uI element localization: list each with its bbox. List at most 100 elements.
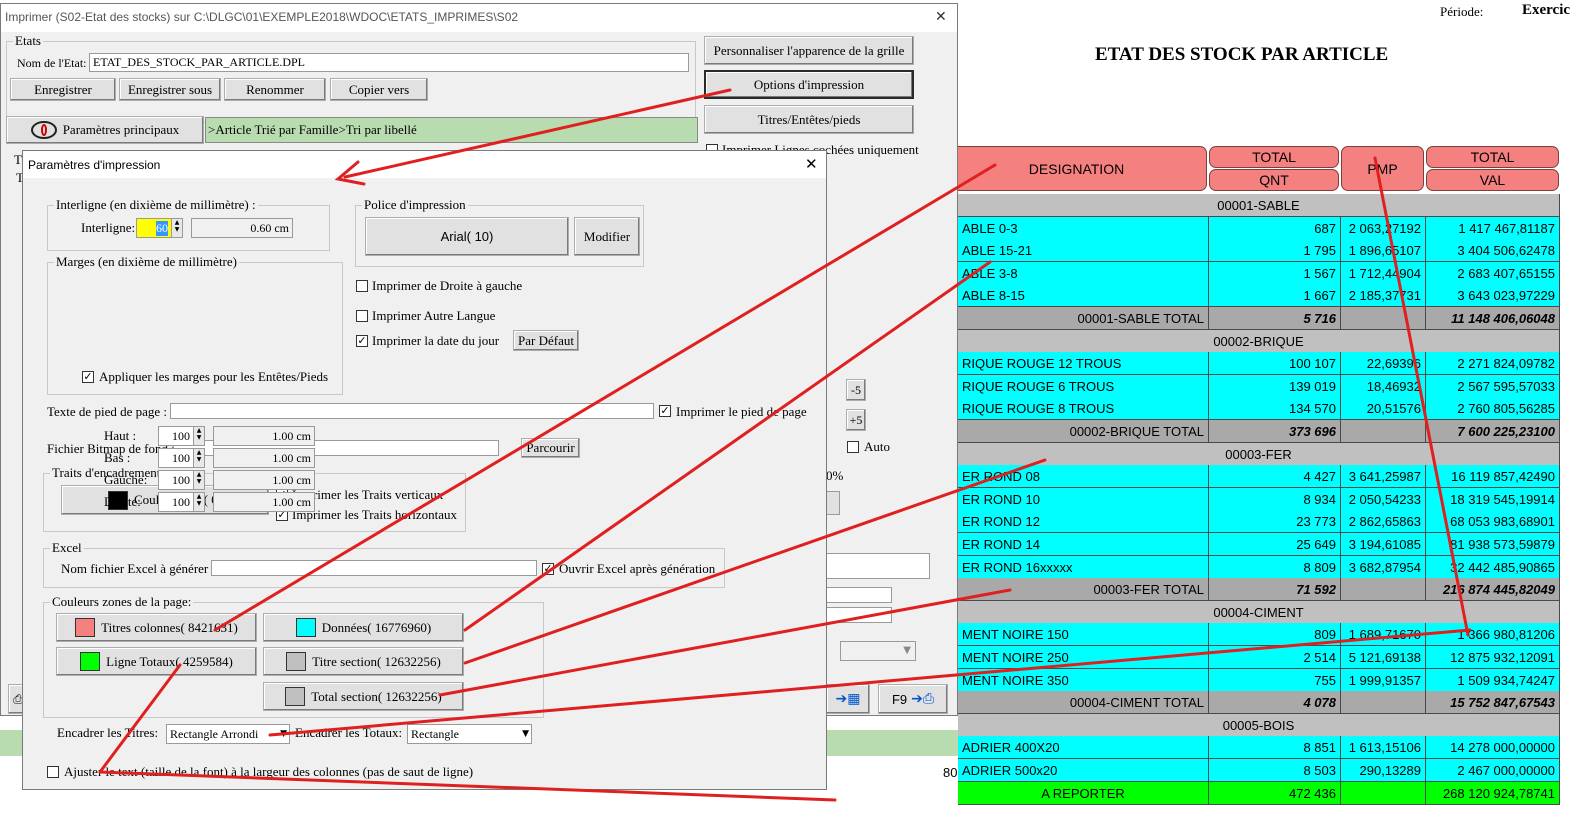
total-row-qnt: 71 592	[1209, 578, 1341, 601]
titres-colonnes-color-button[interactable]: Titres colonnes( 8421631)	[56, 613, 257, 642]
marge-label: Gauche:	[104, 472, 148, 487]
parametres-principaux-button[interactable]: Paramètres principaux	[6, 116, 204, 144]
ouvrir-excel-checkbox[interactable]: ✓	[542, 563, 554, 575]
table-row-designation: ABLE 8-15	[958, 284, 1209, 307]
table-row-pmp: 1 896,65107	[1341, 239, 1426, 262]
pied-page-input[interactable]	[170, 403, 654, 419]
table-row-pmp: 20,51576	[1341, 397, 1426, 420]
titres-colonnes-swatch	[75, 618, 96, 637]
table-row-val: 68 053 983,68901	[1426, 510, 1560, 533]
close-icon[interactable]: ✕	[805, 155, 818, 173]
total-row-designation: 00001-SABLE TOTAL	[958, 307, 1209, 330]
marge-cm: 1.00 cm	[213, 426, 315, 446]
marge-spinner[interactable]: ▲ ▼	[193, 492, 205, 512]
encadrer-totaux-select[interactable]: Rectangle ▼	[407, 724, 532, 744]
parcourir-button[interactable]: Parcourir	[521, 438, 580, 458]
table-row-designation: ER ROND 12	[958, 510, 1209, 533]
table-row-pmp: 1 712,44904	[1341, 262, 1426, 285]
ligne-totaux-label: Ligne Totaux( 4259584)	[106, 653, 233, 669]
table-row-pmp: 22,69396	[1341, 352, 1426, 375]
modifier-police-button[interactable]: Modifier	[574, 217, 640, 256]
total-row-val: 7 600 225,23100	[1426, 420, 1560, 443]
encadrer-titres-select[interactable]: Rectangle Arrondi ▼	[166, 724, 290, 744]
pied-page-check-label: Imprimer le pied de page	[676, 404, 807, 419]
f9-print-button[interactable]: F9 ➔⎙	[878, 684, 948, 714]
periode-label: Période:	[1440, 4, 1484, 19]
plus-5-button[interactable]: +5	[846, 409, 866, 431]
total-row-designation: 00002-BRIQUE TOTAL	[958, 420, 1209, 443]
nom-etat-field[interactable]: ETAT_DES_STOCK_PAR_ARTICLE.DPL	[89, 53, 689, 72]
pied-page-label: Texte de pied de page :	[47, 404, 168, 419]
table-row-designation: RIQUE ROUGE 6 TROUS	[958, 375, 1209, 398]
table-row-designation: ADRIER 400X20	[958, 736, 1209, 759]
enregistrer-button[interactable]: Enregistrer	[10, 78, 116, 101]
marge-spinner[interactable]: ▲ ▼	[193, 426, 205, 446]
table-row-designation: ER ROND 10	[958, 488, 1209, 511]
ligne-totaux-color-button[interactable]: Ligne Totaux( 4259584)	[56, 647, 257, 676]
interligne-input[interactable]: 60	[136, 218, 172, 238]
enregistrer-sous-button[interactable]: Enregistrer sous	[119, 78, 221, 101]
chevron-down-icon[interactable]: ▼	[840, 641, 916, 661]
auto-checkbox[interactable]	[847, 441, 859, 453]
marge-spinner[interactable]: ▲ ▼	[193, 470, 205, 490]
autre-langue-label: Imprimer Autre Langue	[372, 308, 496, 323]
marge-input[interactable]: 100	[158, 470, 194, 490]
partial-field-3[interactable]	[826, 607, 892, 623]
titre-section-color-button[interactable]: Titre section( 12632256)	[263, 647, 464, 676]
personnaliser-grille-button[interactable]: Personnaliser l'apparence de la grille	[704, 36, 914, 65]
table-row-pmp: 3 641,25987	[1341, 465, 1426, 488]
appliquer-marges-checkbox[interactable]: ✓	[82, 371, 94, 383]
header-total-val: TOTAL	[1426, 146, 1559, 168]
grand-total-row-val: 268 120 924,78741	[1426, 782, 1560, 805]
table-row-pmp: 290,13289	[1341, 759, 1426, 782]
table-row-val: 16 119 857,42490	[1426, 465, 1560, 488]
interligne-spinner[interactable]: ▲ ▼	[171, 218, 183, 238]
marge-label: Haut :	[104, 428, 137, 443]
marge-spinner[interactable]: ▲ ▼	[193, 448, 205, 468]
export-button[interactable]: ➔▦	[826, 684, 870, 714]
copier-vers-button[interactable]: Copier vers	[330, 78, 428, 101]
table-row-val: 3 643 023,97229	[1426, 284, 1560, 307]
dialog-title-bar: Paramètres d'impression ✕	[23, 151, 826, 178]
donnees-swatch	[295, 618, 316, 637]
table-row-qnt: 4 427	[1209, 465, 1341, 488]
marge-cm: 1.00 cm	[213, 492, 315, 512]
settings-icon	[30, 121, 57, 139]
renommer-button[interactable]: Renommer	[224, 78, 326, 101]
table-row-qnt: 8 934	[1209, 488, 1341, 511]
interligne-group-label: Interligne (en dixième de millimètre) :	[54, 197, 258, 213]
table-row-designation: ER ROND 08	[958, 465, 1209, 488]
donnees-color-button[interactable]: Données( 16776960)	[263, 613, 464, 642]
table-row-pmp: 18,46932	[1341, 375, 1426, 398]
options-impression-button[interactable]: Options d'impression	[704, 70, 914, 99]
droite-gauche-checkbox[interactable]	[356, 280, 368, 292]
table-row-val: 3 404 506,62478	[1426, 239, 1560, 262]
par-defaut-button[interactable]: Par Défaut	[513, 330, 579, 351]
total-row-designation: 00003-FER TOTAL	[958, 578, 1209, 601]
marge-input[interactable]: 100	[158, 492, 194, 512]
total-section-color-button[interactable]: Total section( 12632256)	[263, 682, 464, 711]
total-row-pmp	[1341, 691, 1426, 714]
police-display: Arial( 10)	[365, 217, 569, 256]
total-row-val: 15 752 847,67543	[1426, 691, 1560, 714]
date-jour-checkbox[interactable]: ✓	[356, 335, 368, 347]
dialog-title: Paramètres d'impression	[28, 158, 161, 172]
table-row-designation: ER ROND 16xxxxx	[958, 556, 1209, 579]
encadrer-titres-label: Encadrer les Titres:	[57, 725, 159, 740]
minus-5-button[interactable]: -5	[846, 379, 866, 401]
ajuster-text-checkbox[interactable]	[47, 766, 59, 778]
marge-input[interactable]: 100	[158, 448, 194, 468]
excel-input[interactable]	[211, 560, 537, 576]
marge-input[interactable]: 100	[158, 426, 194, 446]
partial-button[interactable]	[826, 491, 840, 515]
partial-field-2[interactable]	[826, 587, 892, 603]
grand-total-row-pmp	[1341, 782, 1426, 805]
table-row-designation: ABLE 3-8	[958, 262, 1209, 285]
table-row-qnt: 134 570	[1209, 397, 1341, 420]
table-row-val: 12 875 932,12091	[1426, 646, 1560, 669]
pied-page-checkbox[interactable]: ✓	[659, 405, 671, 417]
autre-langue-checkbox[interactable]	[356, 310, 368, 322]
partial-field-1[interactable]	[826, 553, 930, 579]
titre-section-label: Titre section( 12632256)	[312, 653, 441, 669]
titres-entetes-button[interactable]: Titres/Entêtes/pieds	[704, 105, 914, 134]
